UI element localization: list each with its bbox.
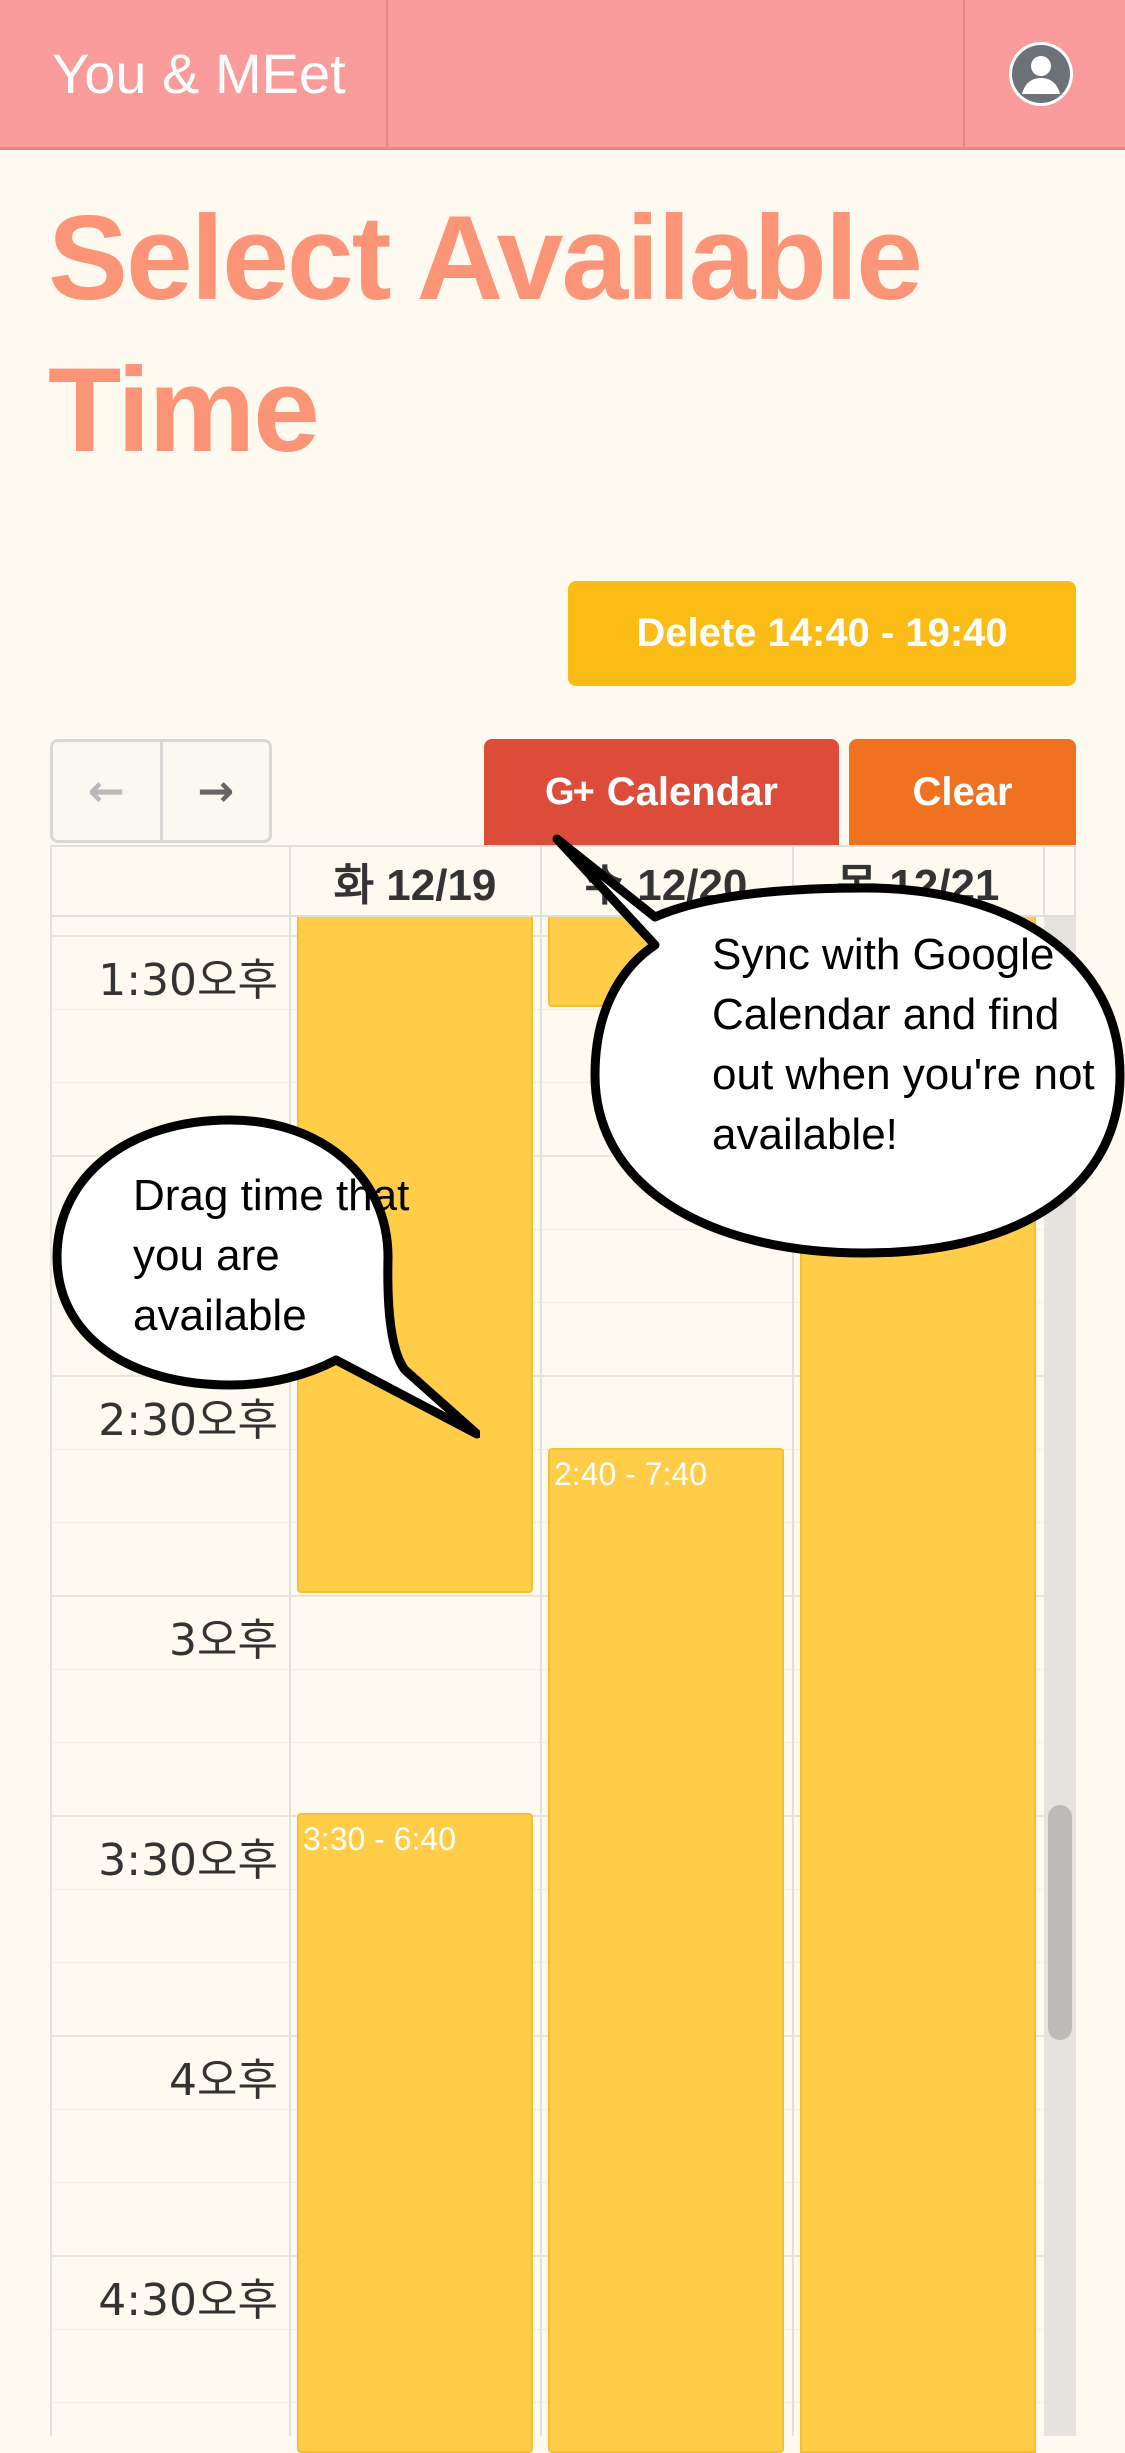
grid-line [540,845,542,2436]
user-avatar-icon[interactable] [1009,42,1073,106]
week-nav: ← → [50,739,272,843]
sync-tip-text: Sync with Google Calendar and find out w… [712,930,1095,1159]
availability-block[interactable]: 2:40 - 7:40 [548,1448,784,2453]
time-label: 3:30오후 [98,1835,278,1886]
brand-logo[interactable]: You & MEet [0,0,388,147]
time-label: 3오후 [169,1615,278,1666]
google-plus-icon: G+ [545,770,595,813]
event-time-label [299,917,531,929]
scrollbar-thumb[interactable] [1048,1805,1072,2040]
grid-line [289,845,291,2436]
delete-selection-button[interactable]: Delete 14:40 - 19:40 [568,581,1076,686]
arrow-right-icon[interactable]: → [163,742,270,840]
time-label: 4:30오후 [98,2275,278,2326]
page-title: Select Available Time [48,191,923,477]
event-time-label: 3:30 - 6:40 [303,1821,456,1857]
arrow-left-icon[interactable]: ← [53,742,163,840]
availability-block[interactable]: 3:30 - 6:40 [297,1813,533,2453]
event-time-label: 2:40 - 7:40 [554,1456,707,1492]
time-label: 4오후 [169,2055,278,2106]
google-calendar-label: Calendar [606,769,778,814]
drag-tip-text: Drag time that you are available [133,1171,410,1340]
day-header-tue[interactable]: 화 12/19 [290,845,540,917]
time-label: 1:30오후 [98,955,278,1006]
